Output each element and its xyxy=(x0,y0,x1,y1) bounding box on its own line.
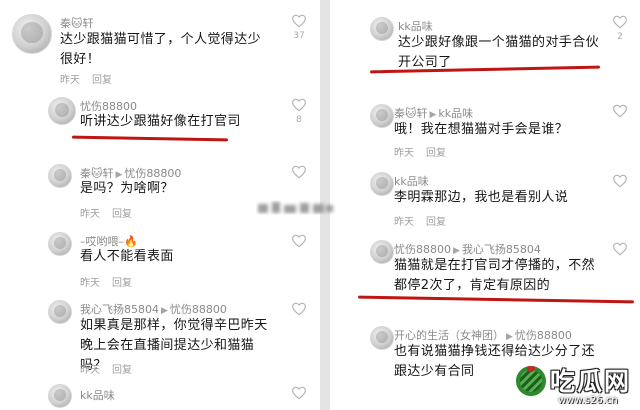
comment-meta: 昨天 回复 xyxy=(394,213,446,228)
reply-arrow-icon: ▶ xyxy=(453,246,460,256)
heart-icon xyxy=(613,15,627,29)
comment-text: 看人不能看表面 xyxy=(80,249,174,264)
username-text: 秦🐱轩 xyxy=(394,107,428,120)
comment-item: 秦🐱轩 达少跟猫猫可惜了，个人觉得达少很好！ 昨天 回复 37 xyxy=(0,0,320,92)
username-text: kk品味 xyxy=(398,20,433,33)
watermark-title: 吃瓜网 xyxy=(550,367,632,396)
like-button[interactable]: 37 xyxy=(291,14,307,41)
heart-icon xyxy=(292,165,306,179)
comment-item: 我心飞扬85804 ▶ 忧伤88800 如果真是那样，你觉得辛巴昨天晚上会在直播间提… xyxy=(0,294,320,380)
avatar[interactable] xyxy=(370,172,394,196)
comment-item: kk品味 李明霖那边，我也是看别人说 昨天 回复 xyxy=(330,164,640,234)
avatar[interactable] xyxy=(370,17,394,41)
comment-item: 忧伤88800 ▶ 我心飞扬85804 猫猫就是在打官司才停播的，不然都停2次了，肯… xyxy=(330,234,640,318)
reply-to-username: 我心飞扬85804 xyxy=(461,243,541,256)
comment-time: 昨天 xyxy=(80,278,100,289)
reply-button[interactable]: 回复 xyxy=(112,278,132,289)
comment-item: 秦🐱轩 ▶ kk品味 哦！我在想猫猫对手会是谁？ 昨天 回复 xyxy=(330,92,640,164)
comment-meta: 昨天 回复 xyxy=(80,274,132,289)
heart-icon xyxy=(292,98,306,112)
like-button[interactable] xyxy=(291,234,307,248)
comment-text: 听讲达少跟猫好像在打官司 xyxy=(80,114,241,129)
like-button[interactable]: 2 xyxy=(612,15,628,42)
like-count: 8 xyxy=(296,115,302,125)
comment-item: kk品味 xyxy=(0,380,320,410)
reply-button[interactable]: 回复 xyxy=(92,75,112,86)
reply-button[interactable]: 回复 xyxy=(426,217,446,228)
comment-item: kk品味 达少跟好像跟一个猫猫的对手合伙开公司了 2 xyxy=(330,0,640,92)
blurred-artifact xyxy=(258,202,333,213)
username-text: 我心飞扬85804 xyxy=(80,303,159,316)
reply-arrow-icon: ▶ xyxy=(506,332,513,342)
comment-item: 忧伤88800 听讲达少跟猫好像在打官司 8 xyxy=(0,92,320,152)
like-button[interactable] xyxy=(612,242,628,256)
like-button[interactable] xyxy=(612,174,628,188)
comment-username[interactable]: 开心的生活（女神团） ▶ 忧伤88800 xyxy=(394,327,572,343)
heart-icon xyxy=(613,174,627,188)
username-text: 忧伤88800 xyxy=(394,243,451,256)
username-text: 开心的生活（女神团） xyxy=(394,329,504,342)
like-button[interactable]: 8 xyxy=(291,98,307,125)
reply-button[interactable]: 回复 xyxy=(426,148,446,159)
like-button[interactable] xyxy=(291,302,307,316)
right-comment-panel: kk品味 达少跟好像跟一个猫猫的对手合伙开公司了 2 秦🐱轩 ▶ kk品味 哦！我在… xyxy=(330,0,640,410)
reply-arrow-icon: ▶ xyxy=(161,306,168,316)
comment-username[interactable]: 我心飞扬85804 ▶ 忧伤88800 xyxy=(80,301,227,317)
heart-icon xyxy=(292,386,306,400)
reply-arrow-icon: ▶ xyxy=(429,110,437,120)
comment-time: 昨天 xyxy=(60,75,80,86)
avatar[interactable] xyxy=(48,164,72,188)
like-button[interactable] xyxy=(291,386,307,400)
comment-text: 猫猫就是在打官司才停播的，不然都停2次了，肯定有原因的 xyxy=(394,258,596,293)
comment-username[interactable]: kk品味 xyxy=(398,18,433,34)
comment-text: 达少跟猫猫可惜了，个人觉得达少很好！ xyxy=(60,32,262,67)
like-count: 37 xyxy=(293,31,305,41)
comment-time: 昨天 xyxy=(80,365,100,376)
reply-to-username: 忧伤88800 xyxy=(169,303,227,316)
comment-username[interactable]: kk品味 xyxy=(394,173,429,189)
comment-username[interactable]: 秦🐱轩 xyxy=(60,15,93,31)
avatar[interactable] xyxy=(370,104,394,128)
like-count: 2 xyxy=(617,32,623,42)
comment-time: 昨天 xyxy=(80,209,100,220)
avatar[interactable] xyxy=(370,326,394,350)
heart-icon xyxy=(613,104,627,118)
site-watermark: 吃瓜网 www.s26.cn xyxy=(512,358,636,410)
reply-to-username: 忧伤88800 xyxy=(514,329,572,342)
comment-text: 是吗？为啥啊？ xyxy=(80,181,174,196)
heart-icon xyxy=(613,242,627,256)
avatar[interactable] xyxy=(12,14,52,54)
comment-item: –哎哟喂–🔥 看人不能看表面 昨天 回复 xyxy=(0,224,320,294)
heart-icon xyxy=(292,302,306,316)
username-text: 秦🐱轩 xyxy=(60,17,94,30)
reply-to-username: kk品味 xyxy=(438,107,474,120)
watermark-url: www.s26.cn xyxy=(558,395,618,406)
heart-icon xyxy=(292,234,306,248)
like-button[interactable] xyxy=(612,104,628,118)
comment-time: 昨天 xyxy=(394,217,414,228)
username-text: kk品味 xyxy=(80,389,115,402)
avatar[interactable] xyxy=(370,240,394,264)
comment-meta: 昨天 回复 xyxy=(80,205,132,220)
comment-meta: 昨天 回复 xyxy=(80,361,132,376)
comment-text: 李明霖那边，我也是看别人说 xyxy=(394,190,569,205)
avatar[interactable] xyxy=(48,97,76,125)
comment-meta: 昨天 回复 xyxy=(60,71,112,86)
avatar[interactable] xyxy=(48,232,72,256)
watermelon-logo-icon xyxy=(514,364,548,398)
heart-icon xyxy=(292,14,306,28)
username-text: kk品味 xyxy=(394,175,429,188)
comment-text: 哦！我在想猫猫对手会是谁？ xyxy=(394,122,569,137)
like-button[interactable] xyxy=(291,165,307,179)
reply-button[interactable]: 回复 xyxy=(112,365,132,376)
comment-time: 昨天 xyxy=(394,148,414,159)
comment-username[interactable]: kk品味 xyxy=(80,387,115,403)
comment-username[interactable]: 秦🐱轩 ▶ kk品味 xyxy=(394,105,473,121)
avatar[interactable] xyxy=(48,384,72,408)
avatar[interactable] xyxy=(48,300,72,324)
reply-button[interactable]: 回复 xyxy=(112,209,132,220)
comment-username[interactable]: 忧伤88800 ▶ 我心飞扬85804 xyxy=(394,241,541,257)
comment-meta: 昨天 回复 xyxy=(394,144,446,159)
